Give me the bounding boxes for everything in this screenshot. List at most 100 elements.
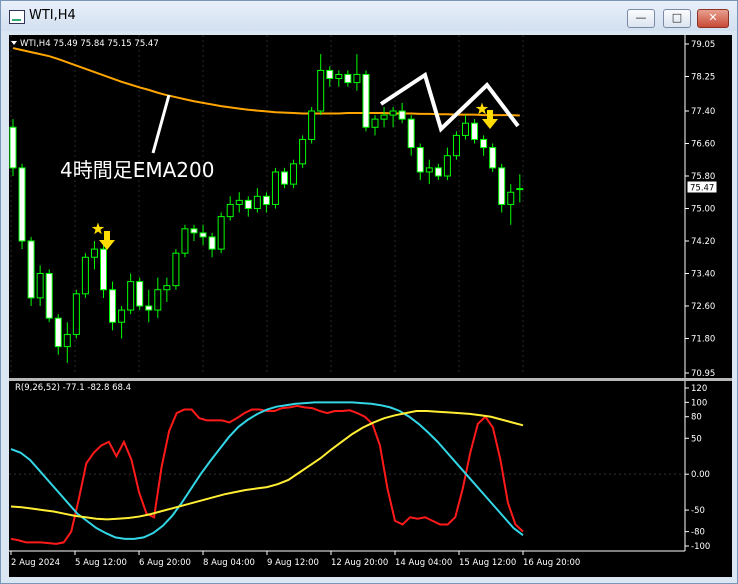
indicator-red-line	[10, 404, 524, 545]
time-axis-label: 9 Aug 12:00	[267, 558, 319, 568]
candle	[154, 277, 162, 319]
candle-up-body	[172, 252, 180, 287]
candle-up-body	[226, 203, 234, 218]
candle	[308, 106, 316, 144]
chart-area[interactable]: 79.05 78.25 77.40 76.60 75.80 75.00 74.20 73.40…	[9, 35, 732, 577]
candle-up-body	[452, 134, 460, 157]
candle-down-body	[480, 138, 488, 149]
time-axis-label: 16 Aug 20:00	[523, 558, 580, 568]
candle	[290, 159, 298, 189]
candle	[127, 273, 135, 315]
candle-down-body	[145, 305, 153, 311]
candle	[434, 163, 442, 181]
price-info: WTI,H4 75.49 75.84 75.15 75.47	[20, 39, 159, 49]
candle-down-body	[344, 73, 352, 84]
candle-down-body	[489, 147, 497, 169]
candle-up-body	[163, 285, 171, 291]
close-button[interactable]: ✕	[697, 9, 729, 28]
candle-down-body	[100, 248, 107, 291]
candle	[63, 322, 71, 363]
candle-up-body	[63, 333, 71, 348]
candle-up-body	[389, 110, 397, 116]
candle-up-body	[507, 191, 515, 205]
candle	[271, 167, 279, 209]
candle-down-body	[54, 317, 62, 348]
candle	[299, 135, 307, 168]
candle	[208, 232, 216, 258]
candle	[145, 289, 153, 323]
candle	[100, 245, 107, 298]
time-axis-label: 12 Aug 20:00	[331, 558, 388, 568]
maximize-button[interactable]: □	[663, 9, 691, 28]
candle-down-body	[199, 232, 207, 238]
candle	[118, 305, 126, 339]
candle	[335, 70, 343, 87]
candle	[199, 224, 207, 246]
candle	[425, 159, 433, 185]
window-title: WTI,H4	[29, 8, 76, 23]
candle-up-body	[317, 69, 325, 112]
candles	[9, 54, 524, 363]
candle	[353, 54, 361, 91]
candle-down-body	[244, 199, 252, 209]
indicator-axis-label: -80	[691, 528, 705, 538]
candle-up-body	[380, 114, 388, 120]
candle	[226, 196, 234, 221]
price-axis-label: 78.25	[691, 72, 715, 82]
candle-up-body	[425, 167, 433, 173]
chart-menu-triangle-icon[interactable]	[11, 41, 17, 45]
candle-down-body	[281, 171, 288, 185]
candle-up-body	[253, 195, 261, 210]
candle-up-body	[271, 171, 279, 205]
candle	[380, 106, 388, 128]
candle	[452, 131, 460, 160]
candle	[72, 289, 80, 339]
ema200-line	[12, 47, 520, 117]
candle-down-body	[45, 272, 53, 319]
candle-up-body	[443, 155, 451, 177]
candle-down-body	[434, 167, 442, 177]
price-axis-label: 73.40	[691, 269, 715, 279]
indicator-yellow-line	[10, 409, 524, 521]
ema200-series	[12, 47, 520, 117]
candle-down-body	[471, 122, 479, 140]
price-axis-label: 75.00	[691, 205, 715, 215]
candle	[507, 184, 515, 225]
indicator-lines	[9, 401, 685, 545]
indicator-info: R(9,26,52) -77.1 -82.8 68.4	[15, 383, 131, 393]
time-axis-label: 5 Aug 12:00	[75, 558, 127, 568]
candle-down-body	[362, 73, 370, 128]
candle	[471, 119, 479, 144]
candle	[27, 236, 35, 306]
candle	[489, 143, 497, 172]
panel-separator[interactable]	[9, 378, 732, 381]
star-icon	[91, 222, 105, 235]
indicator-axis-label: 0.00	[691, 470, 710, 480]
candle-up-body	[299, 138, 307, 165]
candle-down-body	[27, 240, 35, 299]
candle-up-body	[127, 281, 135, 311]
time-axis-label: 2 Aug 2024	[11, 558, 60, 568]
candle	[416, 143, 424, 181]
candle-up-body	[118, 309, 126, 323]
indicator-axis-label: 100	[691, 398, 707, 408]
candle	[317, 54, 325, 116]
candle	[81, 253, 89, 298]
candle-up-body	[371, 118, 379, 128]
minimize-button[interactable]: —	[627, 9, 655, 28]
candle	[190, 224, 198, 241]
candle-up-body	[217, 216, 225, 250]
candle-down-body	[18, 167, 26, 242]
indicator-axis-label: 120	[691, 384, 707, 394]
price-axis-label: 76.60	[691, 140, 715, 150]
title-bar[interactable]: WTI,H4 — □ ✕	[1, 1, 737, 31]
candle	[326, 66, 334, 87]
chart-window-icon	[9, 10, 25, 24]
candle-up-body	[81, 256, 89, 295]
current-price-label: 75.47	[690, 184, 714, 194]
candle-up-body	[308, 110, 316, 140]
indicator-axis-label: 50	[691, 434, 702, 444]
time-axis-label: 14 Aug 04:00	[395, 558, 452, 568]
annotation-pointer-line	[151, 94, 171, 154]
candle-down-body	[516, 188, 524, 191]
